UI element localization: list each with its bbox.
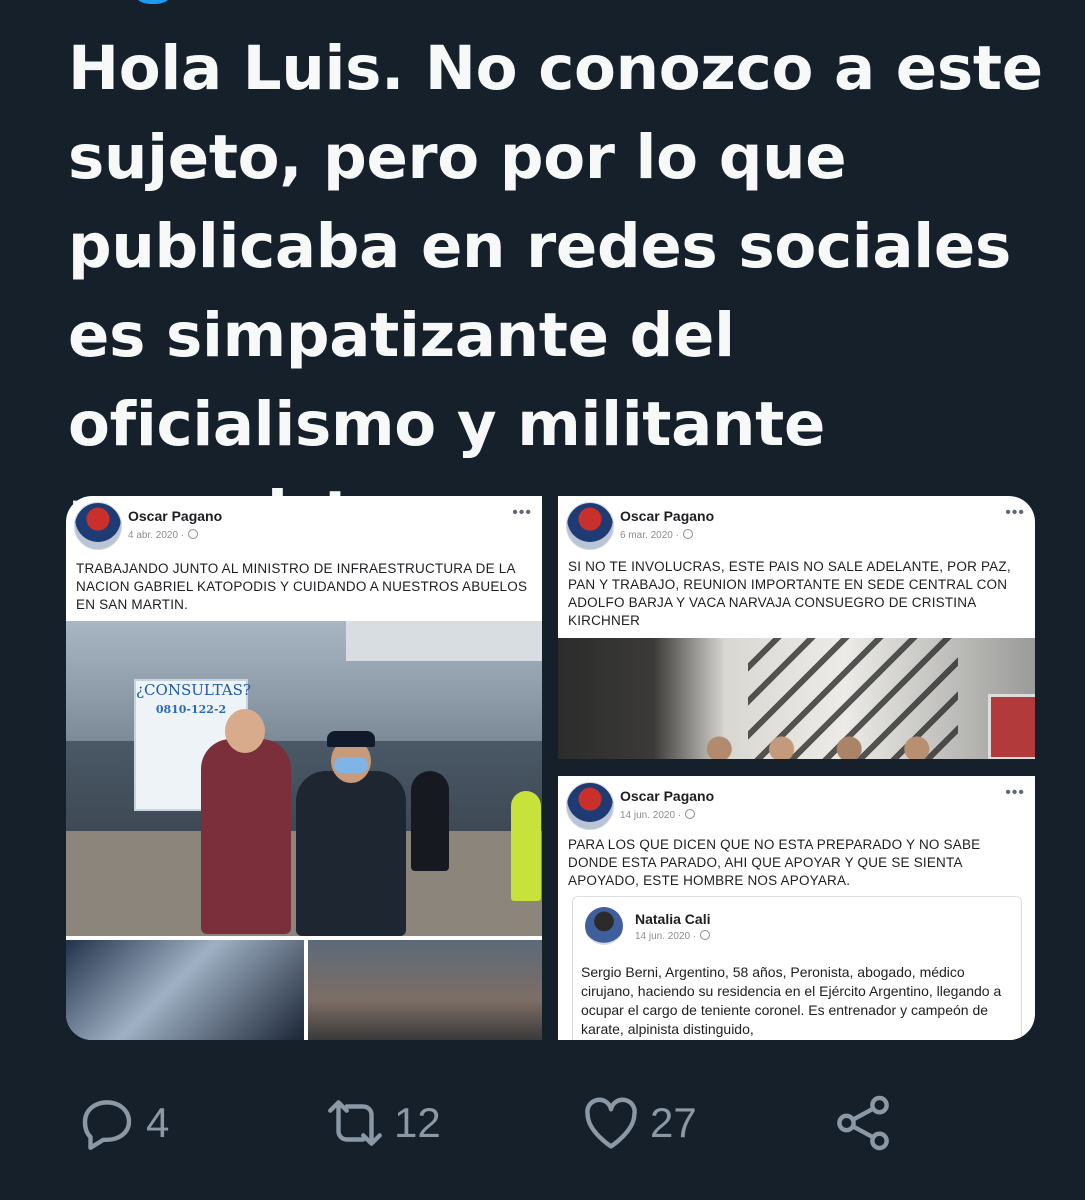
fb-post-text: PARA LOS QUE DICEN QUE NO ESTA PREPARADO… [568,837,981,888]
tweet-media-grid[interactable]: Oscar Pagano 4 abr. 2020 · ••• TRABAJAND… [66,496,1035,1040]
photo-storefront: ¿CONSULTAS? 0810-122-2 [66,621,542,936]
photo-strip-left [66,940,304,1040]
globe-icon [188,529,199,539]
more-icon: ••• [512,504,532,521]
photo-strip [66,940,542,1040]
share-button[interactable] [830,1088,896,1158]
photo-police-officer [296,731,406,936]
reply-icon [82,1100,132,1150]
more-icon: ••• [1005,504,1025,521]
media-image-2[interactable]: Oscar Pagano 6 mar. 2020 · ••• SI NO TE … [558,496,1035,759]
media-image-1[interactable]: Oscar Pagano 4 abr. 2020 · ••• TRABAJAND… [66,496,542,1040]
photo-person-vest [511,791,541,901]
fb-avatar [74,502,122,550]
globe-icon [700,930,711,940]
fb-shared-post: Natalia Cali 14 jun. 2020 · Sergio Berni… [572,896,1022,1040]
photo-meeting [558,638,1035,759]
like-button[interactable]: 27 [578,1088,697,1158]
media-image-3[interactable]: Oscar Pagano 14 jun. 2020 · ••• PARA LOS… [558,776,1035,1040]
fb-avatar [566,502,614,550]
globe-icon [685,809,696,819]
fb-post-date: 14 jun. 2020 · [620,809,696,821]
tweet-text: Hola Luis. No conozco a este sujeto, per… [68,33,1043,549]
share-icon [837,1095,889,1151]
photo-people [688,734,948,759]
shared-avatar [585,907,623,945]
retweet-icon [328,1100,382,1146]
shared-author-name: Natalia Cali [635,911,711,927]
fb-post-text: TRABAJANDO JUNTO AL MINISTRO DE INFRAEST… [76,561,528,612]
fb-author-name: Oscar Pagano [128,508,223,524]
photo-guard [411,771,449,871]
fb-post-date: 6 mar. 2020 · [620,529,693,541]
reply-count: 4 [146,1099,170,1146]
author-avatar[interactable] [130,0,176,4]
fb-post-text: SI NO TE INVOLUCRAS, ESTE PAIS NO SALE A… [568,559,1011,628]
tweet-actions: 4 12 27 [0,1088,1085,1168]
retweet-button[interactable]: 12 [322,1088,441,1158]
fb-author-name: Oscar Pagano [620,788,715,804]
photo-awning [346,621,542,661]
fb-post-date: 4 abr. 2020 · [128,529,199,541]
photo-person-red-hoodie [201,709,291,934]
shared-post-text: Sergio Berni, Argentino, 58 años, Peroni… [581,964,1002,1037]
globe-icon [682,529,693,539]
fb-avatar [566,782,614,830]
more-icon: ••• [1005,784,1025,801]
reply-button[interactable]: 4 [74,1088,169,1158]
like-icon [585,1097,637,1149]
retweet-count: 12 [394,1099,441,1146]
photo-frame [988,694,1035,759]
fb-author-name: Oscar Pagano [620,508,715,524]
like-count: 27 [650,1099,697,1146]
photo-strip-right [308,940,542,1040]
shared-post-date: 14 jun. 2020 · [635,930,711,942]
